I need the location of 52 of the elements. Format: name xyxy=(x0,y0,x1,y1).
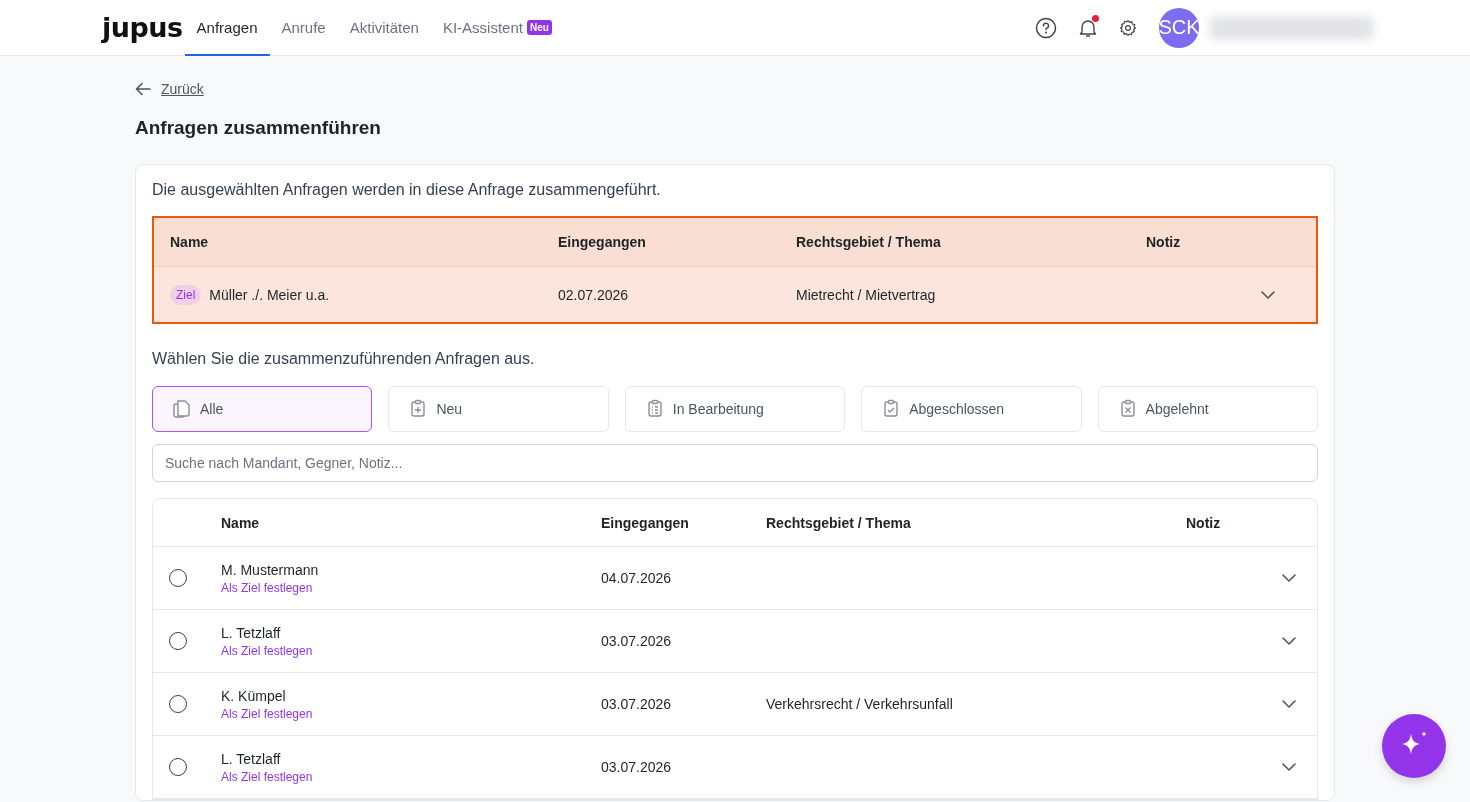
column-header: Notiz xyxy=(1146,234,1182,250)
filter-button[interactable]: Abgeschlossen xyxy=(861,386,1082,432)
table-cell-text: L. Tetzlaff xyxy=(221,624,282,641)
column-header: Name xyxy=(170,234,210,250)
column-header: Eingegangen xyxy=(558,234,647,250)
avatar[interactable]: SCK xyxy=(1159,7,1199,48)
logo[interactable]: jupus xyxy=(102,12,183,43)
column-header: Rechtsgebiet / Thema xyxy=(766,514,912,531)
search-field[interactable]: Suche nach Mandant, Gegner, Notiz... xyxy=(152,444,1318,482)
table-cell-text: M. Mustermann xyxy=(221,561,320,578)
page-title: Anfragen zusammenführen xyxy=(135,117,382,139)
table-cell-text: 02.07.2026 xyxy=(558,286,630,303)
clipboard-icon xyxy=(645,399,664,419)
documents-icon xyxy=(173,399,191,419)
clipboard-icon xyxy=(409,399,428,419)
table-cell-text: L. Tetzlaff xyxy=(221,750,282,767)
table-cell-text: 03.07.2026 xyxy=(601,633,673,649)
filter-button[interactable]: Abgelehnt xyxy=(1097,386,1318,432)
notifications-icon[interactable] xyxy=(1079,17,1097,38)
back-link[interactable]: Zurück xyxy=(161,81,204,97)
ai-assistant-button[interactable] xyxy=(1382,714,1446,778)
clipboard-icon xyxy=(1118,399,1137,419)
table-cell-text: 04.07.2026 xyxy=(601,570,673,586)
column-header: Name xyxy=(221,514,261,531)
intro-text: Die ausgewählten Anfragen werden in diese Anfrage zusammengeführt. xyxy=(152,181,662,199)
column-header: Eingegangen xyxy=(601,514,690,531)
set-target-link[interactable]: Als Ziel festlegen xyxy=(221,580,601,595)
filter-button[interactable]: In Bearbeitung xyxy=(624,386,846,432)
table-cell-text: Verkehrsrecht / Verkehrsunfall xyxy=(766,696,954,712)
table-cell-text: K. Kümpel xyxy=(221,687,287,704)
nav-tab[interactable]: Anfragen xyxy=(184,0,270,56)
filter-button[interactable]: Alle xyxy=(152,386,373,432)
table-cell-text: 03.07.2026 xyxy=(601,696,673,712)
set-target-link[interactable]: Als Ziel festlegen xyxy=(221,706,601,721)
instruction-text: Wählen Sie die zusammenzuführenden Anfragen aus. xyxy=(152,350,536,368)
settings-icon[interactable] xyxy=(1119,18,1137,37)
column-header: Notiz xyxy=(1186,514,1222,531)
target-tag: Ziel xyxy=(170,284,202,305)
nav-tab[interactable]: Aktivitäten xyxy=(337,0,431,56)
table-cell: Müller ./. Meier u.a. xyxy=(209,286,330,303)
nav-tab[interactable]: KI-Assistent Neu xyxy=(430,0,564,56)
table-cell-text: 03.07.2026 xyxy=(601,759,673,775)
nav-tab[interactable]: Anrufe xyxy=(269,0,338,56)
clipboard-icon xyxy=(882,399,901,419)
filter-button[interactable]: Neu xyxy=(388,386,609,432)
help-icon[interactable] xyxy=(1035,16,1057,39)
new-badge: Neu xyxy=(526,19,552,35)
set-target-link[interactable]: Als Ziel festlegen xyxy=(221,769,601,784)
column-header: Rechtsgebiet / Thema xyxy=(796,234,942,250)
set-target-link[interactable]: Als Ziel festlegen xyxy=(221,643,601,658)
back-arrow-icon[interactable] xyxy=(135,82,151,96)
table-cell-text: Mietrecht / Mietvertrag xyxy=(796,286,937,303)
